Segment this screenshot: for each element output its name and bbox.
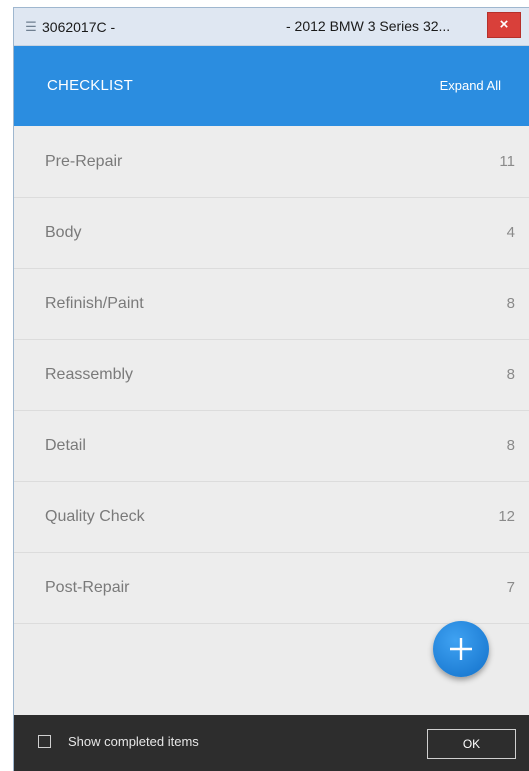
list-item-label: Reassembly [45,366,134,383]
list-item-detail[interactable]: Detail 8 [14,411,529,482]
list-item-pre-repair[interactable]: Pre-Repair 11 [14,127,529,198]
list-item-label: Detail [45,437,86,454]
window-title-left: 3062017C - [42,18,116,35]
app-window: ☰ 3062017C - - 2012 BMW 3 Series 32... ×… [14,8,529,771]
ok-button[interactable]: OK [427,729,516,759]
close-icon: × [499,16,509,33]
list-item-count: 12 [498,508,515,525]
list-item-count: 8 [506,437,515,454]
list-item-count: 11 [499,153,515,170]
title-bar: ☰ 3062017C - - 2012 BMW 3 Series 32... × [14,8,529,46]
list-item-label: Quality Check [45,508,145,525]
list-item-post-repair[interactable]: Post-Repair 7 [14,553,529,624]
page-title: CHECKLIST [47,77,133,94]
window-title-right: - 2012 BMW 3 Series 32... [286,18,451,34]
expand-all-button[interactable]: Expand All [440,46,501,126]
checklist-icon: ☰ [25,18,37,34]
list-item-label: Pre-Repair [45,153,123,170]
show-completed-checkbox[interactable] [38,735,51,748]
list-item-reassembly[interactable]: Reassembly 8 [14,340,529,411]
close-button[interactable]: × [487,12,521,38]
list-item-count: 4 [506,224,515,241]
show-completed-label[interactable]: Show completed items [68,715,199,769]
checklist-list: Pre-Repair 11 Body 4 Refinish/Paint 8 Re… [14,127,529,624]
list-item-count: 8 [506,366,515,383]
checklist-header: CHECKLIST Expand All [14,46,529,126]
footer-bar: Show completed items OK [14,715,529,771]
plus-icon [450,638,472,660]
list-item-refinish-paint[interactable]: Refinish/Paint 8 [14,269,529,340]
list-item-count: 7 [506,579,515,596]
list-item-quality-check[interactable]: Quality Check 12 [14,482,529,553]
list-item-label: Body [45,224,82,241]
list-item-body[interactable]: Body 4 [14,198,529,269]
list-item-label: Refinish/Paint [45,295,144,312]
list-item-label: Post-Repair [45,579,130,596]
add-button[interactable] [433,621,489,677]
list-item-count: 8 [506,295,515,312]
